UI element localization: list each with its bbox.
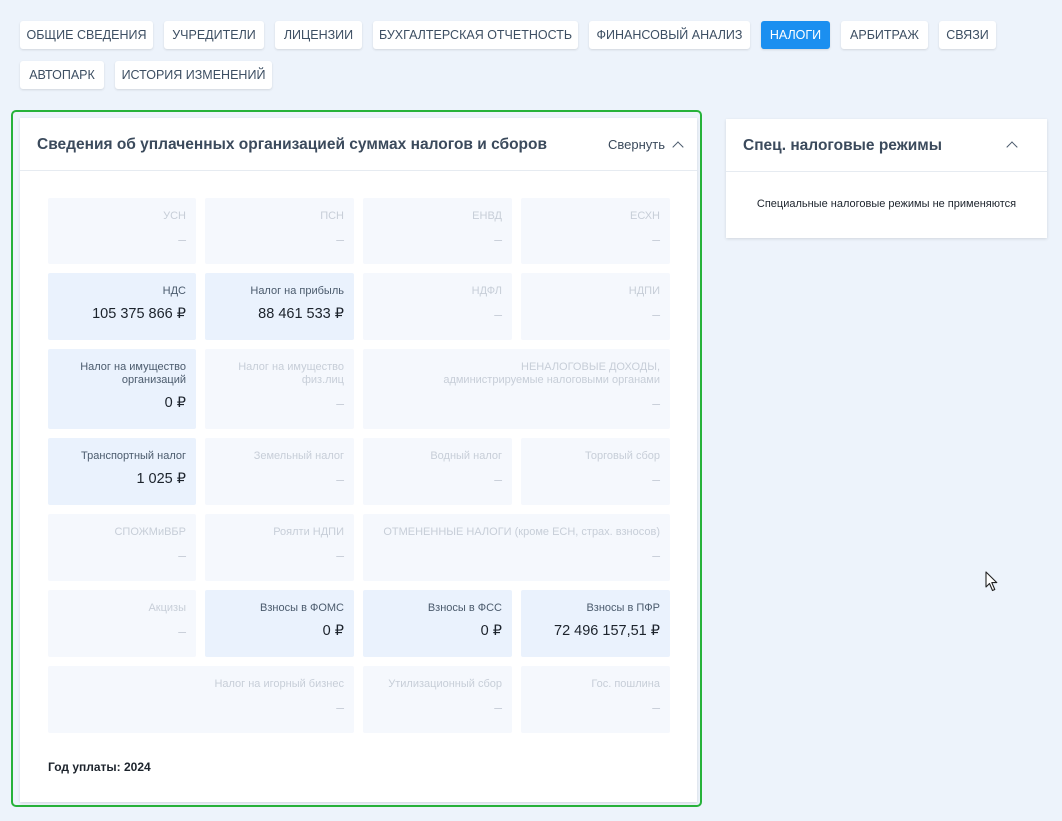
tab-accounting[interactable]: БУХГАЛТЕРСКАЯ ОТЧЕТНОСТЬ (373, 21, 578, 49)
tax-cell-psn: ПСН – (205, 198, 354, 264)
tax-cell-value: – (652, 547, 660, 563)
tax-cell-value: – (494, 699, 502, 715)
tax-cell-state-duty: Гос. пошлина – (521, 666, 670, 733)
tax-cell-value: – (178, 623, 186, 639)
tax-cell-label: Налог на прибыль (250, 285, 344, 297)
tax-cell-label: ЕСХН (630, 210, 660, 222)
chevron-up-icon[interactable] (1006, 141, 1018, 153)
tax-cell-value: 72 496 157,51 ₽ (554, 623, 660, 639)
tax-cell-label: Роялти НДПИ (273, 526, 344, 538)
tax-cell-value: – (336, 699, 344, 715)
tax-cell-label: ПСН (320, 210, 344, 222)
tax-cell-fss: Взносы в ФСС 0 ₽ (363, 590, 512, 657)
tax-cell-recycling-fee: Утилизационный сбор – (363, 666, 512, 733)
tax-cell-value: – (336, 547, 344, 563)
tax-cell-value: – (178, 547, 186, 563)
tax-cell-value: – (336, 395, 344, 411)
tab-licenses[interactable]: ЛИЦЕНЗИИ (275, 21, 362, 49)
taxes-panel: Сведения об уплаченных организацией сумм… (20, 118, 697, 802)
tax-cell-label: Налог на имущество физ.лиц (238, 361, 344, 386)
tax-cell-trade-fee: Торговый сбор – (521, 438, 670, 505)
tax-cell-label: ЕНВД (472, 210, 502, 222)
tax-cell-label: НДФЛ (471, 285, 502, 297)
tab-connections[interactable]: СВЯЗИ (939, 21, 996, 49)
tax-cell-value: – (336, 471, 344, 487)
tax-cell-label: НДПИ (628, 285, 660, 297)
tax-cell-cancelled-taxes: ОТМЕНЕННЫЕ НАЛОГИ (кроме ЕСН, страх. взн… (363, 514, 670, 581)
tax-cell-label: НДС (162, 285, 186, 297)
tax-cell-profit: Налог на прибыль 88 461 533 ₽ (205, 273, 354, 340)
tax-cell-label: СПОЖМиВБР (114, 526, 186, 538)
tax-cell-label: НЕНАЛОГОВЫЕ ДОХОДЫ, администрируемые нал… (443, 361, 660, 386)
tax-cell-label: Взносы в ФСС (427, 602, 502, 614)
tax-cell-spozhmivbr: СПОЖМиВБР – (48, 514, 196, 581)
tax-cell-value: – (178, 231, 186, 247)
tax-cell-value: – (494, 306, 502, 322)
tax-cell-ndfl: НДФЛ – (363, 273, 512, 340)
tax-cell-value: – (336, 231, 344, 247)
tax-cell-property-individual: Налог на имущество физ.лиц – (205, 349, 354, 429)
tax-cell-value: – (652, 395, 660, 411)
tax-cell-foms: Взносы в ФОМС 0 ₽ (205, 590, 354, 657)
tax-cell-label: Взносы в ПФР (586, 602, 660, 614)
tax-cell-eskhn: ЕСХН – (521, 198, 670, 264)
tax-cell-nds: НДС 105 375 866 ₽ (48, 273, 196, 340)
tax-cell-label: Торговый сбор (585, 450, 660, 462)
special-regimes-title: Спец. налоговые режимы (743, 137, 942, 154)
tax-cell-value: 0 ₽ (322, 623, 344, 639)
tab-taxes[interactable]: НАЛОГИ (761, 21, 830, 49)
tax-cell-value: – (652, 231, 660, 247)
tax-cell-value: – (494, 231, 502, 247)
tax-cell-ndpi: НДПИ – (521, 273, 670, 340)
tab-financial-analysis[interactable]: ФИНАНСОВЫЙ АНАЛИЗ (589, 21, 750, 49)
tab-general[interactable]: ОБЩИЕ СВЕДЕНИЯ (20, 21, 153, 49)
tax-cell-label: Транспортный налог (81, 450, 186, 462)
tax-cell-value: – (652, 306, 660, 322)
tax-cell-label: Налог на игорный бизнес (214, 678, 344, 690)
tab-arbitration[interactable]: АРБИТРАЖ (841, 21, 928, 49)
tab-change-history[interactable]: ИСТОРИЯ ИЗМЕНЕНИЙ (115, 61, 272, 89)
tax-cell-label: Гос. пошлина (591, 678, 660, 690)
tax-cell-property-org: Налог на имущество организаций 0 ₽ (48, 349, 196, 429)
tax-cell-value: 88 461 533 ₽ (258, 306, 344, 322)
special-regimes-header[interactable]: Спец. налоговые режимы (726, 119, 1047, 172)
tax-cell-royalty-ndpi: Роялти НДПИ – (205, 514, 354, 581)
tax-cell-label: Взносы в ФОМС (260, 602, 344, 614)
tax-cell-excise: Акцизы – (48, 590, 196, 657)
tax-cell-value: – (652, 471, 660, 487)
tax-cell-value: 0 ₽ (480, 623, 502, 639)
tax-cell-label: Водный налог (430, 450, 502, 462)
tax-cell-pfr: Взносы в ПФР 72 496 157,51 ₽ (521, 590, 670, 657)
tax-cell-value: – (494, 471, 502, 487)
tax-cell-label: Земельный налог (253, 450, 344, 462)
tax-cell-usn: УСН – (48, 198, 196, 264)
tax-cell-label: ОТМЕНЕННЫЕ НАЛОГИ (кроме ЕСН, страх. взн… (383, 526, 660, 538)
special-regimes-panel: Спец. налоговые режимы Специальные налог… (726, 119, 1047, 238)
tax-cell-envd: ЕНВД – (363, 198, 512, 264)
tax-cell-transport: Транспортный налог 1 025 ₽ (48, 438, 196, 505)
tax-cell-value: 105 375 866 ₽ (92, 306, 186, 322)
tax-cell-label: УСН (163, 210, 186, 222)
tax-cell-value: 0 ₽ (164, 395, 186, 411)
collapse-label: Свернуть (607, 137, 665, 152)
payment-year: Год уплаты: 2024 (48, 760, 151, 774)
tax-cell-value: 1 025 ₽ (136, 471, 186, 487)
tax-cell-land: Земельный налог – (205, 438, 354, 505)
tax-cell-water: Водный налог – (363, 438, 512, 505)
tax-cell-value: – (652, 699, 660, 715)
taxes-panel-header: Сведения об уплаченных организацией сумм… (20, 118, 697, 171)
tax-cell-label: Утилизационный сбор (388, 678, 502, 690)
tab-founders[interactable]: УЧРЕДИТЕЛИ (164, 21, 264, 49)
chevron-up-icon (672, 141, 684, 153)
tax-cell-gambling: Налог на игорный бизнес – (48, 666, 354, 733)
tax-cell-label: Налог на имущество организаций (80, 361, 186, 386)
tax-cell-non-tax-income: НЕНАЛОГОВЫЕ ДОХОДЫ, администрируемые нал… (363, 349, 670, 429)
special-regimes-text: Специальные налоговые режимы не применяю… (756, 198, 1017, 210)
tab-fleet[interactable]: АВТОПАРК (20, 61, 104, 89)
collapse-button[interactable]: Свернуть (607, 137, 684, 153)
mouse-pointer-icon (985, 571, 998, 592)
tax-cell-label: Акцизы (148, 602, 186, 614)
taxes-panel-title: Сведения об уплаченных организацией сумм… (37, 136, 548, 153)
